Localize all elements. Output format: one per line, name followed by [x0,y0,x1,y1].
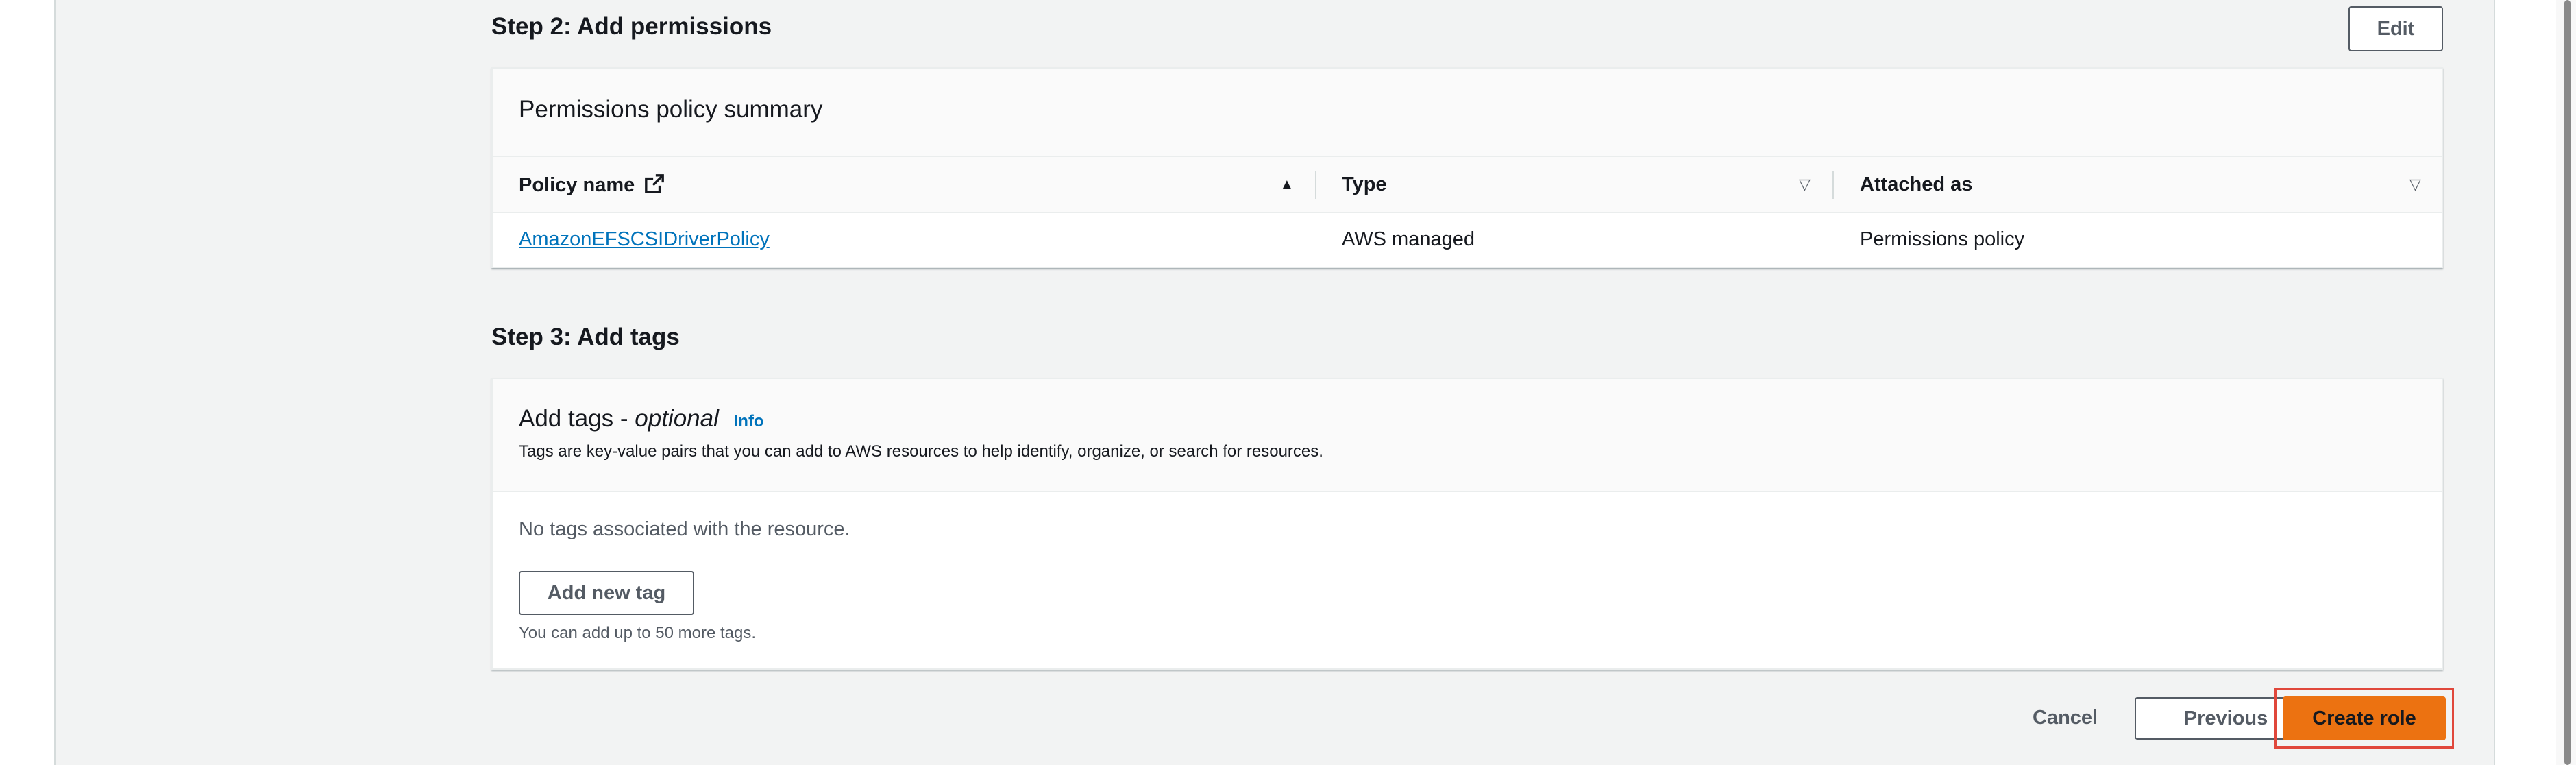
step3-heading: Step 3: Add tags [491,324,680,350]
tag-limit-hint: You can add up to 50 more tags. [519,624,757,642]
column-header-policy-name[interactable]: Policy name [519,173,665,197]
policy-table-header: Policy name ▲ Type ▽ Attached as ▽ [493,157,2442,213]
permissions-card-title: Permissions policy summary [519,96,823,123]
permissions-card-header: Permissions policy summary [493,69,2442,157]
step2-heading: Step 2: Add permissions [491,13,772,40]
permissions-policy-card: Permissions policy summary Policy name ▲… [491,67,2443,268]
info-link[interactable]: Info [734,412,764,430]
policy-name-link[interactable]: AmazonEFSCSIDriverPolicy [519,228,770,251]
cancel-button[interactable]: Cancel [2033,707,2098,729]
sort-icon[interactable]: ▽ [1799,175,1811,193]
tags-card-header: Add tags - optional Info Tags are key-va… [493,379,2442,492]
no-tags-message: No tags associated with the resource. [519,518,850,540]
add-new-tag-button[interactable]: Add new tag [519,571,694,615]
tags-description: Tags are key-value pairs that you can ad… [519,442,1323,461]
column-header-type[interactable]: Type [1342,173,1387,196]
edit-step2-button[interactable]: Edit [2348,6,2443,51]
table-row: AmazonEFSCSIDriverPolicy AWS managed Per… [493,213,2442,268]
column-divider[interactable] [1315,171,1316,199]
policy-type-cell: AWS managed [1342,228,1475,250]
column-divider[interactable] [1832,171,1834,199]
external-link-icon [645,174,665,193]
attached-as-cell: Permissions policy [1860,228,2025,250]
sort-ascending-icon[interactable]: ▲ [1279,175,1295,193]
create-role-button[interactable]: Create role [2283,696,2446,740]
column-header-attached-as[interactable]: Attached as [1860,173,1972,196]
sort-icon[interactable]: ▽ [2409,175,2421,193]
scrollbar-thumb[interactable] [2564,0,2571,765]
tags-card-title: Add tags - optional Info [519,405,764,432]
add-tags-card: Add tags - optional Info Tags are key-va… [491,378,2443,670]
